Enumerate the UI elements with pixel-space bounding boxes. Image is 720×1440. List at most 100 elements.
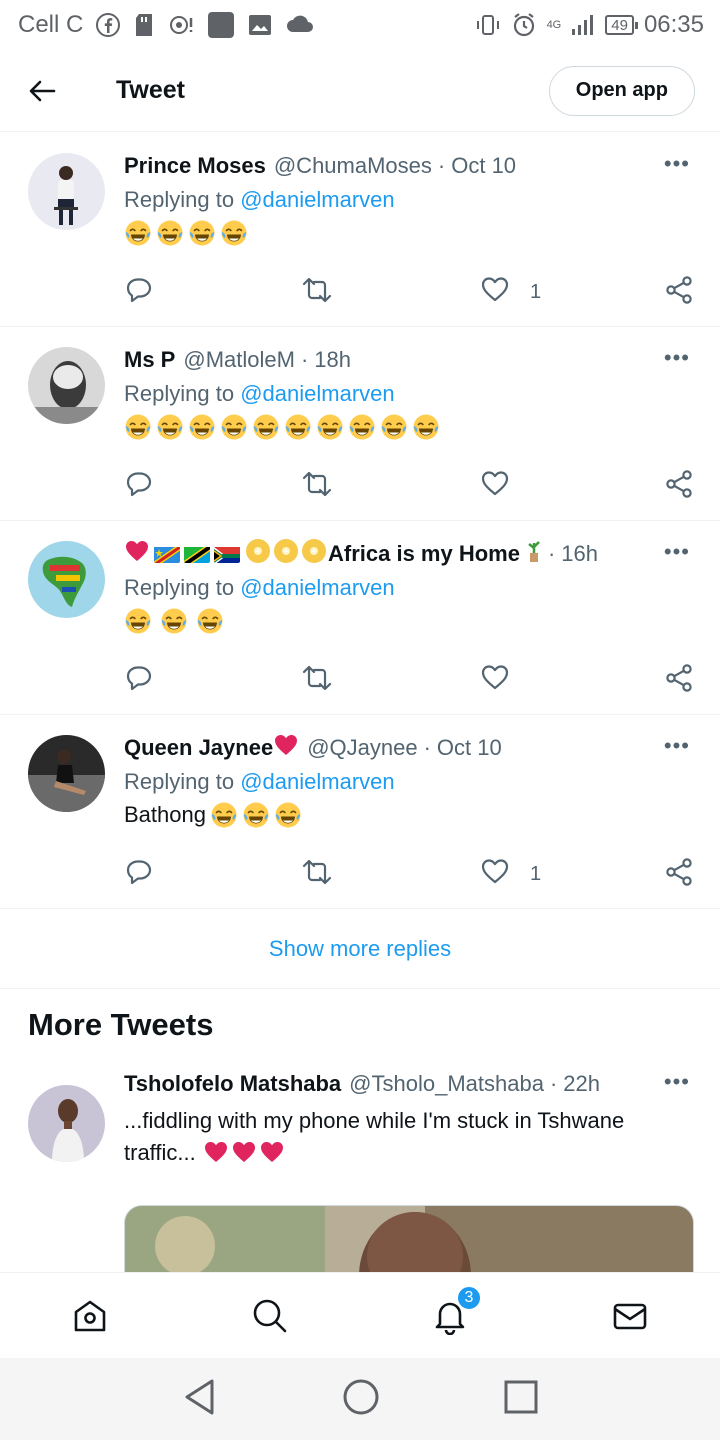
tears-of-joy-emoji [220,413,248,441]
red-heart-emoji [230,1140,258,1165]
nav-home[interactable] [0,1273,180,1358]
display-name[interactable]: Tsholofelo Matshaba [124,1071,341,1097]
system-back-button[interactable] [182,1378,218,1421]
share-icon [664,663,694,699]
arrow-left-icon [29,80,56,101]
like-button[interactable]: 1 [480,857,541,891]
tweet-time[interactable]: 18h [314,347,351,373]
user-handle[interactable]: @ChumaMoses [274,153,432,179]
share-icon [664,275,694,311]
battery-level: 49 [611,16,628,34]
square-recents-icon [504,1380,538,1413]
like-count: 1 [530,280,542,303]
nav-notifications[interactable]: 3 [360,1273,540,1358]
display-name[interactable]: Prince Moses [124,153,266,179]
tweet-actions [124,469,694,501]
retweet-button[interactable] [300,857,334,893]
nav-search[interactable] [180,1273,360,1358]
red-heart-emoji [124,539,150,569]
reply-tweet[interactable]: Ms P @MatloleM · 18h ••• Replying to @da… [0,327,720,521]
tweet-time[interactable]: Oct 10 [437,735,502,761]
tweet-text: ...fiddling with my phone while I'm stuc… [124,1105,684,1169]
system-recents-button[interactable] [504,1380,538,1419]
more-options-icon[interactable]: ••• [664,345,690,371]
more-options-icon[interactable]: ••• [664,151,690,177]
open-app-button[interactable]: Open app [548,65,695,116]
user-handle[interactable]: @MatloleM [183,347,295,373]
retweet-button[interactable] [300,275,334,311]
sd-card-icon [133,12,155,38]
facebook-icon [95,12,121,38]
tweet-time[interactable]: 16h [561,541,598,567]
separator-dot: · [547,541,556,566]
replying-to-line: Replying to @danielmarven [124,187,690,213]
retweet-button[interactable] [300,663,334,699]
share-button[interactable] [664,857,694,893]
more-options-icon[interactable]: ••• [664,1069,690,1095]
reply-tweet[interactable]: Africa is my Home · 16h ••• Replying to … [0,521,720,715]
reply-button[interactable] [124,663,154,699]
user-handle[interactable]: @QJaynee [307,735,417,761]
tweet-text [124,413,690,441]
more-tweet[interactable]: Tsholofelo Matshaba @Tsholo_Matshaba · 2… [0,1069,720,1305]
tears-of-joy-emoji [220,219,248,247]
reply-tweet[interactable]: Queen Jaynee @QJaynee · Oct 10 ••• Reply… [0,715,720,909]
search-icon [253,1299,287,1332]
display-name[interactable]: Queen Jaynee [124,735,273,761]
tweet-text-content: ...fiddling with my phone while I'm stuc… [124,1108,625,1165]
top-app-bar: Tweet Open app [0,50,720,132]
system-home-button[interactable] [342,1378,380,1421]
replying-to-line: Replying to @danielmarven [124,381,690,407]
share-button[interactable] [664,275,694,311]
hotspot-icon [167,12,195,38]
like-button[interactable]: 1 [480,275,541,309]
avatar[interactable] [28,735,105,812]
avatar[interactable] [28,347,105,424]
share-button[interactable] [664,663,694,699]
like-button[interactable] [480,663,530,697]
share-button[interactable] [664,469,694,505]
reply-icon [124,469,154,505]
tears-of-joy-emoji [210,801,238,829]
more-options-icon[interactable]: ••• [664,539,690,565]
display-name[interactable]: Africa is my Home [328,541,520,567]
avatar[interactable] [28,153,105,230]
gold-disc-emoji [300,537,328,571]
replying-prefix: Replying to [124,769,235,794]
mention-link[interactable]: @danielmarven [240,575,394,600]
tears-of-joy-emoji [196,607,224,635]
reply-tweet[interactable]: Prince Moses @ChumaMoses · Oct 10 ••• Re… [0,133,720,327]
like-button[interactable] [480,469,530,503]
replying-prefix: Replying to [124,381,235,406]
replying-prefix: Replying to [124,575,235,600]
tweet-time[interactable]: Oct 10 [451,153,516,179]
reply-button[interactable] [124,275,154,311]
tweet-time[interactable]: 22h [563,1071,600,1097]
reply-button[interactable] [124,857,154,893]
mention-link[interactable]: @danielmarven [240,187,394,212]
retweet-icon [300,663,334,699]
south-africa-flag-emoji [214,545,240,563]
avatar[interactable] [28,541,105,618]
circle-home-icon [343,1379,379,1414]
retweet-button[interactable] [300,469,334,505]
gold-disc-emoji [272,537,300,571]
reply-button[interactable] [124,469,154,505]
tanzania-flag-emoji [184,545,210,563]
back-button[interactable] [12,61,72,121]
reply-icon [124,275,154,311]
more-options-icon[interactable]: ••• [664,733,690,759]
tears-of-joy-emoji [124,219,152,247]
mention-link[interactable]: @danielmarven [240,381,394,406]
red-heart-emoji [202,1140,230,1165]
show-more-replies-link[interactable]: Show more replies [0,909,720,989]
display-name[interactable]: Ms P [124,347,175,373]
reply-feed: Prince Moses @ChumaMoses · Oct 10 ••• Re… [0,133,720,1305]
more-tweets-heading: More Tweets [28,1007,214,1042]
mention-link[interactable]: @danielmarven [240,769,394,794]
user-handle[interactable]: @Tsholo_Matshaba [349,1071,544,1097]
nav-messages[interactable] [540,1273,720,1358]
avatar[interactable] [28,1085,105,1162]
share-icon [664,857,694,893]
tears-of-joy-emoji [156,219,184,247]
